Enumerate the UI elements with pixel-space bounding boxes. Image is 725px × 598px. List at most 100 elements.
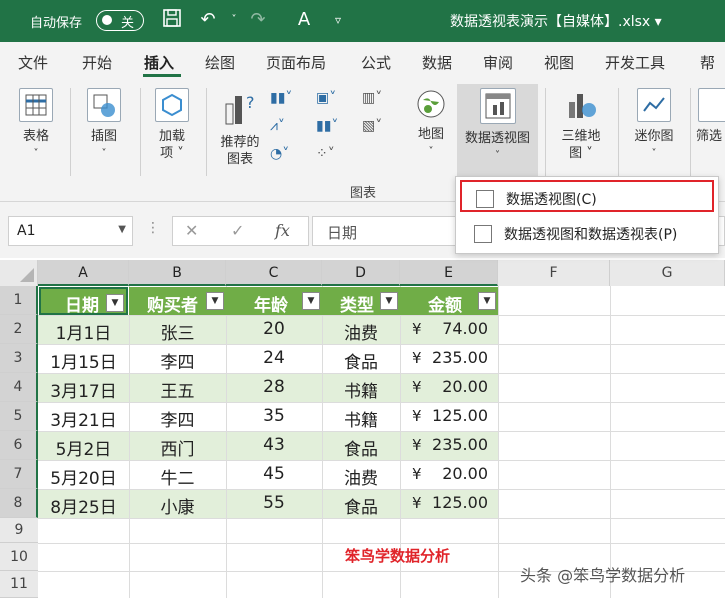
- cell-amount[interactable]: 74.00: [442, 319, 488, 338]
- row-header-5[interactable]: 5: [0, 402, 38, 431]
- cell-type[interactable]: 食品: [322, 348, 400, 373]
- cell-amount[interactable]: 125.00: [432, 493, 488, 512]
- undo-icon[interactable]: ↶: [196, 8, 220, 32]
- tab-file[interactable]: 文件: [18, 52, 48, 73]
- cell-date[interactable]: 1月1日: [38, 319, 129, 344]
- filter-button[interactable]: 筛选: [696, 82, 725, 145]
- column-header-b[interactable]: B: [129, 260, 226, 286]
- row-header-7[interactable]: 7: [0, 460, 38, 489]
- cell-type[interactable]: 油费: [322, 464, 400, 489]
- name-box-dropdown-icon[interactable]: ▼: [118, 224, 126, 235]
- cell-amount[interactable]: 125.00: [432, 406, 488, 425]
- cell-buyer[interactable]: 李四: [129, 348, 226, 373]
- cell-buyer[interactable]: 张三: [129, 319, 226, 344]
- menu-item-pivotchart-and-table[interactable]: 数据透视图和数据透视表(P): [460, 217, 714, 249]
- cell-type[interactable]: 书籍: [322, 377, 400, 402]
- cell-buyer[interactable]: 牛二: [129, 464, 226, 489]
- filter-dropdown-icon[interactable]: ▼: [206, 292, 224, 310]
- column-header-d[interactable]: D: [322, 260, 400, 286]
- pie-chart-icon[interactable]: ◔˅: [270, 146, 289, 162]
- cell-date[interactable]: 1月15日: [38, 348, 129, 373]
- cell-buyer[interactable]: 李四: [129, 406, 226, 431]
- sparklines-button[interactable]: 迷你图 ˅: [626, 82, 682, 162]
- cell-age[interactable]: 20: [226, 319, 322, 339]
- header-cell-buyer[interactable]: 购买者 ▼: [129, 287, 226, 316]
- cell-type[interactable]: 油费: [322, 319, 400, 344]
- tab-home[interactable]: 开始: [82, 52, 112, 73]
- tab-page-layout[interactable]: 页面布局: [266, 52, 326, 73]
- cell-amount[interactable]: 20.00: [442, 464, 488, 483]
- column-header-e[interactable]: E: [400, 260, 498, 286]
- cell-type[interactable]: 书籍: [322, 406, 400, 431]
- document-title[interactable]: 数据透视表演示【自媒体】.xlsx ▾: [450, 11, 662, 31]
- cell-date[interactable]: 3月17日: [38, 377, 129, 402]
- cell-amount[interactable]: 235.00: [432, 435, 488, 454]
- cell-date[interactable]: 5月20日: [38, 464, 129, 489]
- filter-dropdown-icon[interactable]: ▼: [478, 292, 496, 310]
- tab-help[interactable]: 帮: [700, 52, 715, 73]
- line-chart-icon[interactable]: ⩘˅: [270, 118, 285, 134]
- row-header-6[interactable]: 6: [0, 431, 38, 460]
- undo-dropdown-icon[interactable]: ˅: [222, 8, 246, 32]
- cancel-icon[interactable]: ✕: [185, 221, 198, 240]
- insert-function-icon[interactable]: fx: [275, 221, 290, 240]
- tab-review[interactable]: 审阅: [483, 52, 513, 73]
- header-cell-age[interactable]: 年龄 ▼: [226, 287, 322, 316]
- combo-chart-icon[interactable]: ▧˅: [362, 118, 382, 134]
- formula-bar-dots-icon[interactable]: ⋮: [146, 220, 160, 236]
- cell-age[interactable]: 28: [226, 377, 322, 397]
- addins-button[interactable]: 加载 项 ˅: [148, 82, 196, 162]
- cell-age[interactable]: 24: [226, 348, 322, 368]
- cell-buyer[interactable]: 小康: [129, 493, 226, 518]
- column-header-c[interactable]: C: [226, 260, 322, 286]
- tab-developer[interactable]: 开发工具: [605, 52, 665, 73]
- tab-formulas[interactable]: 公式: [361, 52, 391, 73]
- row-header-4[interactable]: 4: [0, 373, 38, 402]
- redo-icon[interactable]: ↷: [246, 8, 270, 32]
- row-header-2[interactable]: 2: [0, 315, 38, 344]
- row-header-9[interactable]: 9: [0, 518, 38, 543]
- cell-age[interactable]: 55: [226, 493, 322, 513]
- tab-draw[interactable]: 绘图: [205, 52, 235, 73]
- cell-date[interactable]: 3月21日: [38, 406, 129, 431]
- tables-button[interactable]: 表格 ˅: [12, 82, 60, 162]
- header-cell-amount[interactable]: 金额 ▼: [400, 287, 498, 316]
- cell-type[interactable]: 食品: [322, 435, 400, 460]
- hierarchy-chart-icon[interactable]: ▣˅: [316, 90, 336, 106]
- enter-icon[interactable]: ✓: [231, 221, 244, 240]
- customize-toolbar-icon[interactable]: ▿: [326, 8, 350, 32]
- 3d-map-button[interactable]: 三维地 图 ˅: [553, 82, 609, 162]
- cell-buyer[interactable]: 西门: [129, 435, 226, 460]
- tab-data[interactable]: 数据: [422, 52, 452, 73]
- tab-insert[interactable]: 插入: [144, 52, 174, 73]
- row-header-10[interactable]: 10: [0, 543, 38, 571]
- map-button[interactable]: 地图 ˅: [410, 82, 452, 160]
- row-header-3[interactable]: 3: [0, 344, 38, 373]
- column-header-f[interactable]: F: [498, 260, 610, 286]
- waterfall-chart-icon[interactable]: ▥˅: [362, 90, 382, 106]
- filter-dropdown-icon[interactable]: ▼: [302, 292, 320, 310]
- filter-dropdown-icon[interactable]: ▼: [380, 292, 398, 310]
- cell-type[interactable]: 食品: [322, 493, 400, 518]
- row-header-1[interactable]: 1: [0, 286, 38, 315]
- row-header-8[interactable]: 8: [0, 489, 38, 518]
- cell-buyer[interactable]: 王五: [129, 377, 226, 402]
- column-header-a[interactable]: A: [38, 260, 129, 286]
- name-box[interactable]: A1 ▼: [8, 216, 133, 246]
- column-chart-icon[interactable]: ▮▮˅: [270, 90, 292, 106]
- autosave-toggle[interactable]: 关: [96, 10, 144, 31]
- illustrations-button[interactable]: 插图 ˅: [80, 82, 128, 162]
- cell-amount[interactable]: 20.00: [442, 377, 488, 396]
- cell-date[interactable]: 5月2日: [38, 435, 129, 460]
- recommended-charts-button[interactable]: ? 推荐的 图表: [214, 82, 266, 168]
- cell-amount[interactable]: 235.00: [432, 348, 488, 367]
- cell-age[interactable]: 43: [226, 435, 322, 455]
- statistic-chart-icon[interactable]: ▮▮˅: [316, 118, 338, 134]
- filter-dropdown-icon[interactable]: ▼: [106, 294, 124, 312]
- header-cell-type[interactable]: 类型 ▼: [322, 287, 400, 316]
- header-cell-date[interactable]: 日期 ▼: [39, 287, 128, 316]
- select-all-corner[interactable]: [0, 260, 38, 286]
- save-icon[interactable]: [160, 8, 184, 32]
- column-header-g[interactable]: G: [610, 260, 725, 286]
- scatter-chart-icon[interactable]: ⁘˅: [316, 146, 335, 162]
